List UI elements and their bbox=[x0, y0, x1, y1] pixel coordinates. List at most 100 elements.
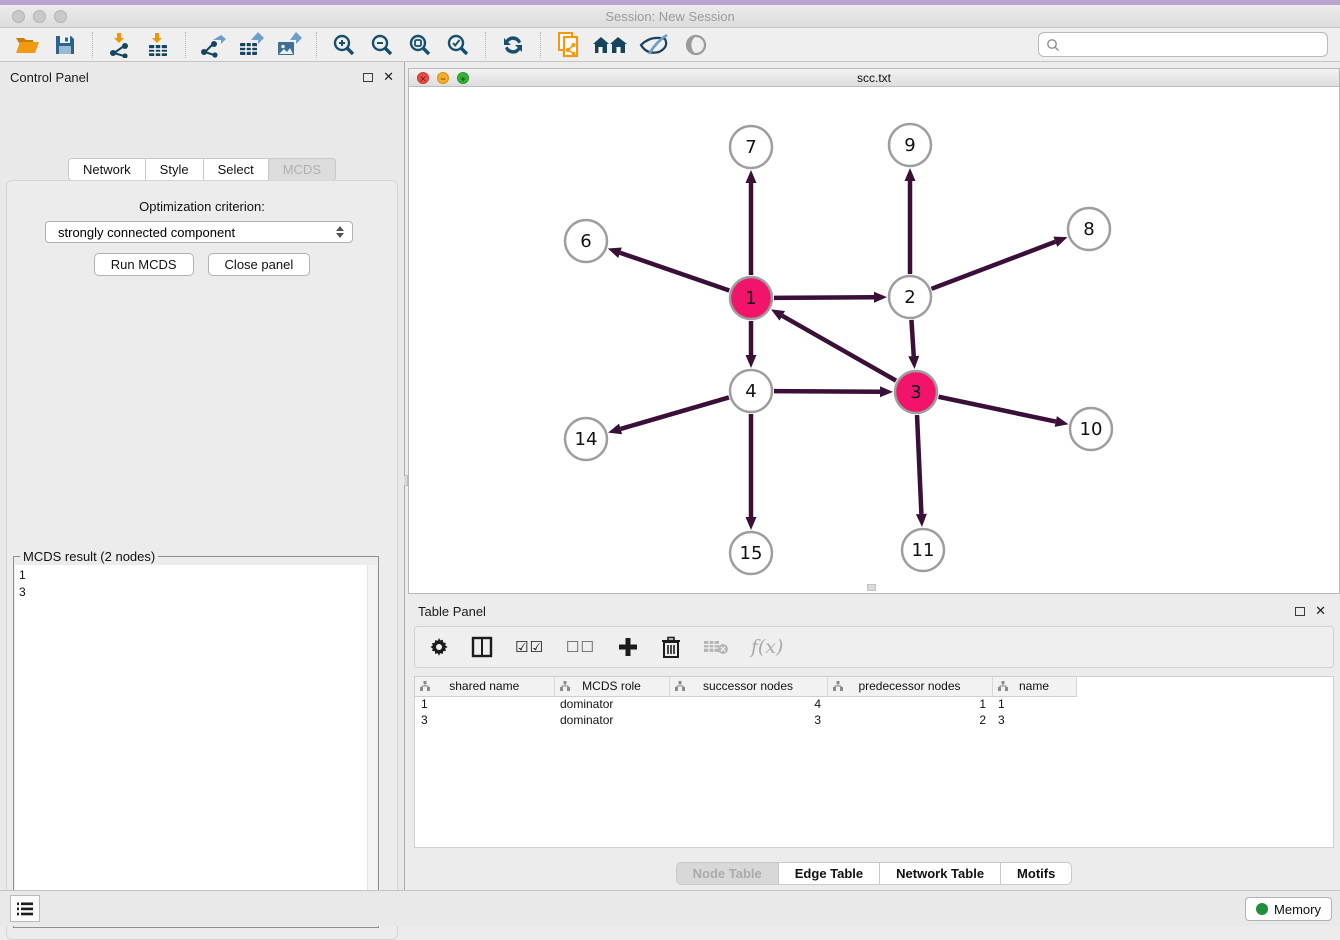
edge-3-11[interactable] bbox=[917, 415, 921, 514]
edge-2-3[interactable] bbox=[911, 320, 913, 356]
node-table[interactable]: shared name MCDS role successor nodes prede… bbox=[414, 676, 1334, 848]
import-network-icon[interactable] bbox=[105, 30, 135, 60]
sort-column-icon[interactable] bbox=[833, 681, 843, 691]
function-builder-icon: f(x) bbox=[751, 634, 784, 660]
main-toolbar bbox=[0, 28, 1340, 62]
edge-arrowhead bbox=[608, 424, 622, 435]
table-cell[interactable]: 3 bbox=[415, 712, 554, 728]
edge-3-1[interactable] bbox=[782, 316, 896, 381]
select-all-icon[interactable]: ☑☑ bbox=[515, 634, 544, 660]
column-header-label: shared name bbox=[449, 679, 519, 693]
vision-icon[interactable] bbox=[637, 30, 673, 60]
table-cell[interactable]: dominator bbox=[554, 712, 669, 728]
edge-4-3[interactable] bbox=[774, 391, 880, 392]
edge-1-6[interactable] bbox=[620, 253, 729, 291]
column-header-label: successor nodes bbox=[703, 679, 793, 693]
eye-icon[interactable] bbox=[681, 30, 711, 60]
network-frame-titlebar[interactable]: ✕ − + scc.txt bbox=[409, 69, 1339, 87]
run-mcds-button[interactable]: Run MCDS bbox=[94, 253, 194, 276]
table-row[interactable]: 1dominator411 bbox=[415, 696, 1076, 712]
open-folder-icon[interactable] bbox=[12, 30, 42, 60]
table-panel: Table Panel ✕ ☑☑ ☐☐ f(x) bbox=[408, 596, 1340, 890]
table-cell[interactable]: 4 bbox=[669, 696, 827, 712]
dropdown-stepper-icon bbox=[333, 224, 347, 240]
column-header-predecessor-nodes[interactable]: predecessor nodes bbox=[827, 677, 992, 696]
window-title: Session: New Session bbox=[0, 9, 1340, 24]
tab-network[interactable]: Network bbox=[68, 158, 146, 181]
table-cell[interactable]: dominator bbox=[554, 696, 669, 712]
search-icon bbox=[1045, 37, 1061, 53]
duplicate-network-icon[interactable] bbox=[553, 30, 583, 60]
split-view-icon[interactable] bbox=[471, 634, 493, 660]
table-cell[interactable]: 1 bbox=[415, 696, 554, 712]
delete-column-icon[interactable] bbox=[661, 634, 681, 660]
zoom-selected-icon[interactable] bbox=[443, 30, 473, 60]
sort-column-icon[interactable] bbox=[560, 681, 570, 691]
tab-motifs[interactable]: Motifs bbox=[1001, 862, 1072, 885]
table-cell[interactable]: 1 bbox=[992, 696, 1076, 712]
mcds-tab-panel: Optimization criterion: strongly connect… bbox=[6, 180, 398, 940]
edge-arrowhead bbox=[746, 170, 757, 183]
table-cell[interactable]: 3 bbox=[669, 712, 827, 728]
zoom-out-icon[interactable] bbox=[367, 30, 397, 60]
sort-column-icon[interactable] bbox=[998, 681, 1008, 691]
edge-2-8[interactable] bbox=[932, 242, 1056, 289]
memory-label: Memory bbox=[1274, 902, 1321, 917]
graph-node-label: 14 bbox=[575, 429, 598, 450]
application-window: Session: New Session bbox=[0, 0, 1340, 926]
criterion-dropdown[interactable]: strongly connected component bbox=[45, 221, 353, 243]
network-view-frame: ✕ − + scc.txt 7968124314101511 bbox=[408, 68, 1340, 594]
tab-mcds[interactable]: MCDS bbox=[269, 158, 336, 181]
apply-layout-icon[interactable] bbox=[498, 30, 528, 60]
table-cell[interactable]: 2 bbox=[827, 712, 992, 728]
table-settings-icon[interactable] bbox=[429, 634, 449, 660]
edge-arrowhead bbox=[916, 514, 927, 527]
column-header-label: predecessor nodes bbox=[858, 679, 960, 693]
column-header-label: name bbox=[1019, 679, 1049, 693]
close-table-panel-icon[interactable]: ✕ bbox=[1315, 606, 1326, 616]
float-panel-icon[interactable] bbox=[363, 73, 373, 82]
sort-column-icon[interactable] bbox=[420, 681, 430, 691]
task-history-button[interactable] bbox=[10, 895, 40, 922]
table-row[interactable]: 3dominator323 bbox=[415, 712, 1076, 728]
canvas-scroll-thumb[interactable] bbox=[867, 584, 876, 591]
edge-4-14[interactable] bbox=[621, 397, 729, 429]
memory-button[interactable]: Memory bbox=[1245, 897, 1332, 921]
column-header-shared-name[interactable]: shared name bbox=[415, 677, 554, 696]
save-session-icon[interactable] bbox=[50, 30, 80, 60]
add-column-icon[interactable] bbox=[617, 634, 639, 660]
edge-1-2[interactable] bbox=[774, 297, 874, 298]
close-panel-button[interactable]: Close panel bbox=[208, 253, 311, 276]
table-cell[interactable]: 1 bbox=[827, 696, 992, 712]
result-scrollbar[interactable] bbox=[367, 565, 377, 926]
column-header-name[interactable]: name bbox=[992, 677, 1076, 696]
column-header-MCDS-role[interactable]: MCDS role bbox=[554, 677, 669, 696]
tab-style[interactable]: Style bbox=[146, 158, 204, 181]
graph-node-label: 1 bbox=[745, 288, 756, 309]
import-table-icon[interactable] bbox=[143, 30, 173, 60]
graph-node-label: 8 bbox=[1083, 219, 1094, 240]
column-header-successor-nodes[interactable]: successor nodes bbox=[669, 677, 827, 696]
float-table-panel-icon[interactable] bbox=[1295, 607, 1305, 616]
mcds-result-text[interactable]: 1 3 bbox=[15, 565, 367, 926]
close-panel-icon[interactable]: ✕ bbox=[383, 72, 394, 82]
export-table-icon[interactable] bbox=[236, 30, 266, 60]
network-canvas[interactable]: 7968124314101511 bbox=[409, 87, 1339, 593]
home-icon[interactable] bbox=[591, 30, 629, 60]
export-image-icon[interactable] bbox=[274, 30, 304, 60]
tab-edge-table[interactable]: Edge Table bbox=[779, 862, 880, 885]
edge-3-10[interactable] bbox=[939, 397, 1056, 422]
graph-node-label: 15 bbox=[740, 543, 763, 564]
zoom-fit-icon[interactable] bbox=[405, 30, 435, 60]
search-input[interactable] bbox=[1061, 38, 1327, 52]
tab-node-table[interactable]: Node Table bbox=[676, 862, 779, 885]
table-cell[interactable]: 3 bbox=[992, 712, 1076, 728]
deselect-all-icon[interactable]: ☐☐ bbox=[566, 634, 595, 660]
sort-column-icon[interactable] bbox=[675, 681, 685, 691]
export-network-icon[interactable] bbox=[198, 30, 228, 60]
panel-splitter[interactable] bbox=[404, 62, 407, 890]
tab-select[interactable]: Select bbox=[204, 158, 269, 181]
zoom-in-icon[interactable] bbox=[329, 30, 359, 60]
tab-network-table[interactable]: Network Table bbox=[880, 862, 1001, 885]
graph-node-label: 6 bbox=[580, 231, 591, 252]
